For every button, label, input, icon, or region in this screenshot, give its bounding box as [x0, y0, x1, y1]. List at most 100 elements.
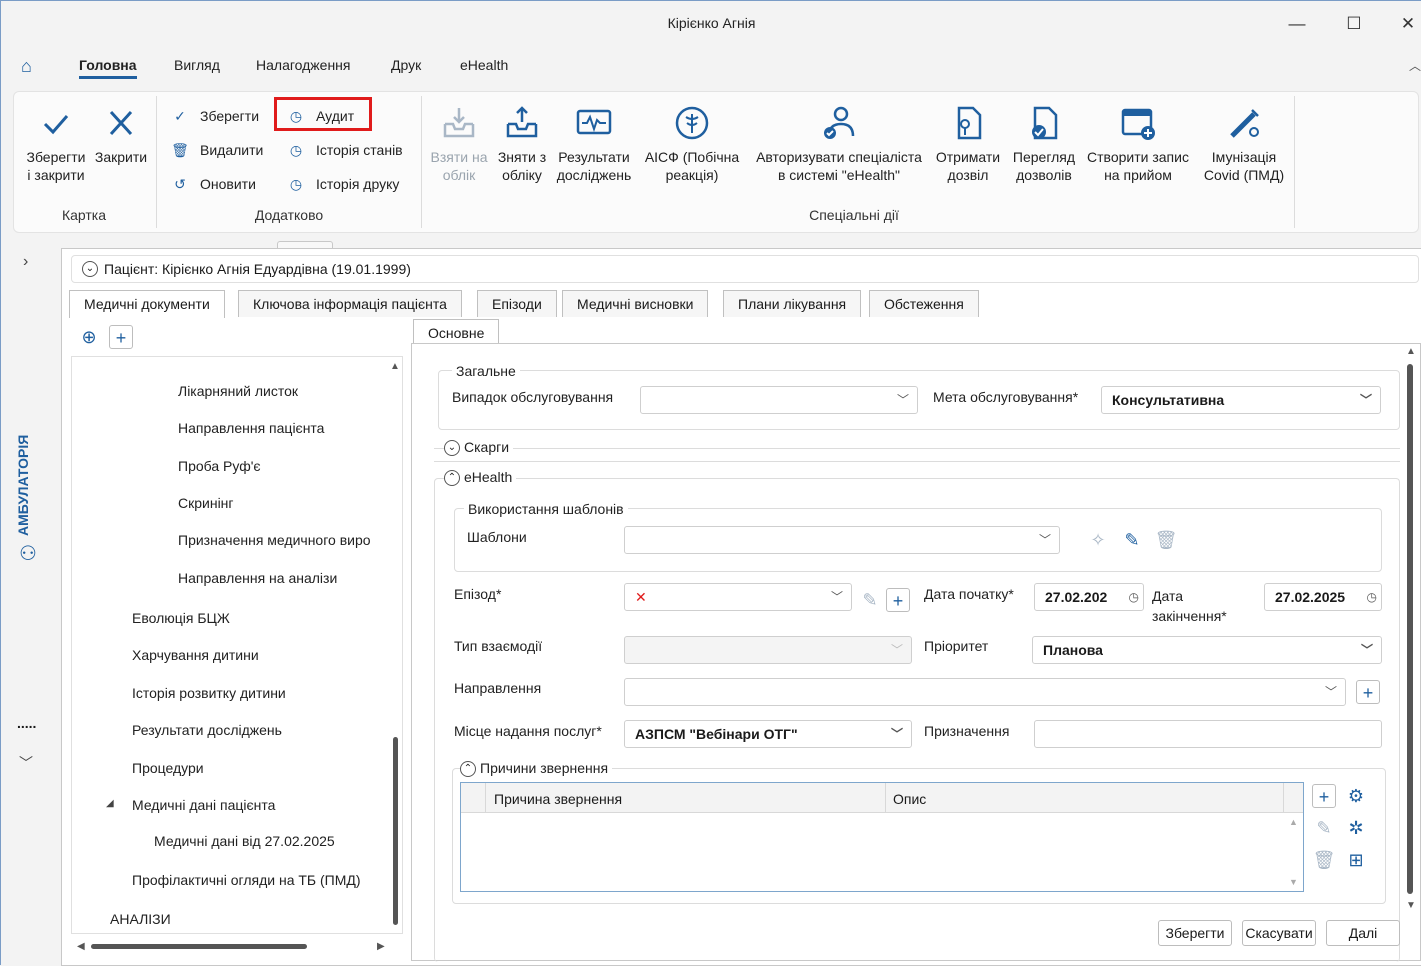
sidebar-ambulatory-label[interactable]: АМБУЛАТОРІЯ [15, 435, 31, 536]
edit-icon[interactable]: ✎ [858, 588, 882, 612]
tab-medical-conclusions[interactable]: Медичні висновки [562, 290, 709, 317]
take-register-button[interactable]: Взяти на облік [426, 92, 492, 184]
scroll-up-icon[interactable]: ▲ [1406, 346, 1416, 357]
tree-scrollbar-h[interactable] [91, 944, 307, 949]
trash-icon[interactable]: 🗑 [1154, 528, 1178, 552]
add-icon[interactable]: + [109, 325, 133, 349]
scroll-down-icon[interactable]: ▼ [1289, 877, 1298, 887]
save-close-button[interactable]: Зберегти і закрити [20, 92, 92, 184]
tab-key-info[interactable]: Ключова інформація пацієнта [238, 290, 462, 317]
scroll-down-icon[interactable]: ▼ [1406, 900, 1416, 911]
scroll-up-icon[interactable]: ▲ [390, 361, 400, 372]
tree-item[interactable]: Профілактичні огляди на ТБ (ПМД) [132, 872, 361, 888]
tree-item[interactable]: Результати досліджень [132, 722, 282, 738]
cancel-button[interactable]: Скасувати [1242, 920, 1316, 946]
edit-icon[interactable]: ✎ [1120, 528, 1144, 552]
case-select[interactable]: ﹀ [640, 386, 918, 414]
next-button[interactable]: Далі [1326, 920, 1400, 946]
save-small-button[interactable]: ✓ Зберегти [170, 103, 259, 129]
add-episode-icon[interactable]: + [886, 588, 910, 612]
get-permit-button[interactable]: Отримати дозвіл [932, 92, 1004, 184]
priority-select[interactable]: Планова ﹀ [1032, 636, 1382, 664]
tree-item[interactable]: Медичні дані від 27.02.2025 [154, 833, 335, 849]
tab-episodes[interactable]: Епізоди [477, 290, 557, 317]
home-icon[interactable]: ⌂ [21, 56, 32, 77]
covid-immunization-button[interactable]: Імунізація Covid (ПМД) [1198, 92, 1290, 184]
minimize-icon[interactable]: — [1282, 9, 1312, 39]
tree-item[interactable]: Медичні дані пацієнта [132, 797, 275, 813]
templates-select[interactable]: ﹀ [624, 526, 1060, 554]
episode-select[interactable]: ✕ ﹀ [624, 583, 852, 611]
reasons-header[interactable]: ⌃ Причини звернення [460, 760, 613, 778]
chevron-down-icon: ﹀ [1038, 533, 1051, 547]
place-select[interactable]: АЗПСМ "Вебінари ОТГ" ﹀ [624, 720, 912, 748]
state-history-button[interactable]: ◷ Історія станів [286, 137, 403, 163]
menu-ehealth[interactable]: eHealth [460, 57, 508, 73]
tree-item[interactable]: Харчування дитини [132, 647, 259, 663]
menu-home[interactable]: Головна [79, 57, 137, 79]
tree-item[interactable]: Історія розвитку дитини [132, 685, 286, 701]
create-appointment-button[interactable]: Створити запис на прийом [1082, 92, 1194, 184]
tab-main[interactable]: Основне [413, 319, 500, 345]
menu-view[interactable]: Вигляд [174, 57, 220, 73]
trash-icon[interactable]: 🗑 [1312, 848, 1336, 872]
tree-item[interactable]: Направлення пацієнта [178, 420, 324, 436]
document-check-icon [1032, 106, 1058, 140]
start-date-input[interactable]: 27.02.202 ◷ [1034, 583, 1144, 611]
tree-scrollbar-v[interactable] [393, 737, 398, 925]
scroll-up-icon[interactable]: ▲ [1289, 817, 1298, 827]
add-reason-icon[interactable]: + [1312, 784, 1336, 808]
complaints-header[interactable]: ⌄ Скарги [444, 439, 514, 457]
close-icon[interactable]: ✕ [1393, 9, 1421, 39]
settings-icon[interactable]: ⚙ [1344, 784, 1368, 808]
menu-settings[interactable]: Налагодження [256, 57, 351, 73]
goal-select[interactable]: Консультативна ﹀ [1101, 386, 1381, 414]
remove-register-button[interactable]: Зняти з обліку [490, 92, 554, 184]
menu-print[interactable]: Друк [391, 57, 421, 73]
expand-triangle-icon[interactable]: ◢ [106, 798, 114, 809]
results-button[interactable]: Результати досліджень [554, 92, 634, 184]
tree-item[interactable]: Направлення на аналізи [178, 570, 337, 586]
maximize-icon[interactable]: ☐ [1339, 9, 1369, 39]
edit-icon[interactable]: ✎ [1312, 816, 1336, 840]
tab-medical-documents[interactable]: Медичні документи [69, 290, 225, 318]
authorize-button[interactable]: Авторизувати спеціаліста в системі "eHea… [748, 92, 930, 184]
delete-button[interactable]: 🗑 Видалити [170, 137, 263, 163]
magic-wand-icon[interactable]: ✧ [1086, 528, 1110, 552]
scroll-left-icon[interactable]: ◀ [77, 941, 85, 952]
tree-item[interactable]: Проба Руф'є [178, 458, 261, 474]
aisf-button[interactable]: АІСФ (Побічна реакція) [640, 92, 744, 184]
remove-label-2: обліку [502, 167, 542, 183]
excel-icon[interactable]: ⊞ [1344, 848, 1368, 872]
refresh-button[interactable]: ↺ Оновити [170, 171, 256, 197]
tree-item[interactable]: Процедури [132, 760, 204, 776]
view-permits-button[interactable]: Перегляд дозволів [1008, 92, 1080, 184]
save-button[interactable]: Зберегти [1158, 920, 1232, 946]
ehealth-header[interactable]: ⌃ eHealth [444, 469, 517, 487]
end-date-input[interactable]: 27.02.2025 ◷ [1264, 583, 1382, 611]
tab-treatment-plans[interactable]: Плани лікування [723, 290, 862, 317]
chevron-down-icon[interactable]: ﹀ [19, 753, 33, 773]
print-history-button[interactable]: ◷ Історія друку [286, 171, 400, 197]
purpose-input[interactable] [1034, 720, 1382, 748]
collapse-icon[interactable]: ⌄ [82, 261, 98, 277]
add-case-icon[interactable]: ⊕ [77, 325, 101, 349]
form-scrollbar[interactable] [1407, 364, 1413, 894]
interaction-select[interactable]: ﹀ [624, 636, 912, 664]
settings-reset-icon[interactable]: ✲ [1344, 816, 1368, 840]
tab-examinations[interactable]: Обстеження [869, 290, 979, 317]
tree-item[interactable]: Лікарняний листок [178, 383, 298, 399]
sidebar-dots[interactable]: ..... [17, 715, 36, 731]
tree-item[interactable]: Еволюція БЦЖ [132, 610, 230, 626]
tree-item[interactable]: АНАЛІЗИ [110, 911, 171, 927]
chevron-right-icon[interactable]: › [23, 253, 28, 271]
add-referral-icon[interactable]: + [1356, 680, 1380, 704]
close-button[interactable]: Закрити [90, 92, 152, 166]
scroll-right-icon[interactable]: ▶ [377, 941, 385, 952]
col-reason[interactable]: Причина звернення [494, 791, 622, 807]
tree-item[interactable]: Скринінг [178, 495, 234, 511]
tree-item[interactable]: Призначення медичного виро [178, 532, 371, 548]
col-description[interactable]: Опис [893, 791, 926, 807]
referral-select[interactable]: ﹀ [624, 678, 1346, 706]
chevron-up-icon[interactable]: ︿ [1409, 57, 1421, 74]
